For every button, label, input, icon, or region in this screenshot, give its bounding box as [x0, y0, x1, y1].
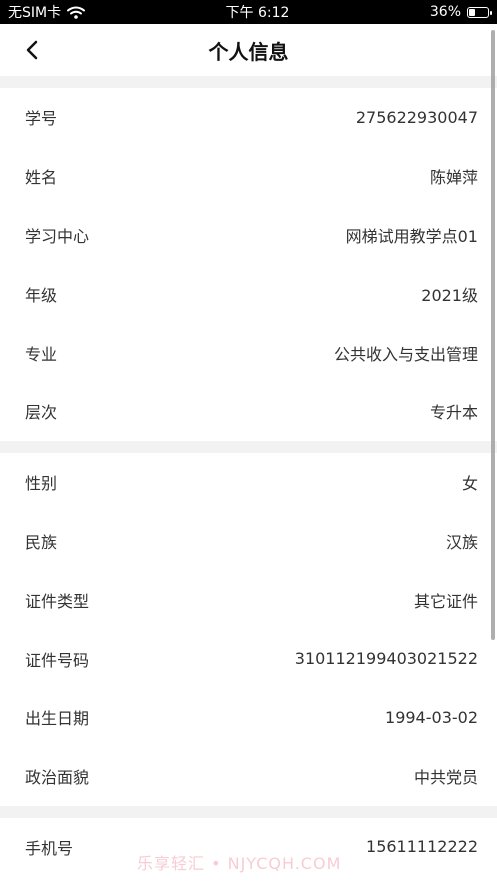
info-value: 女: [461, 474, 478, 494]
info-value: 中共党员: [413, 768, 478, 788]
info-row-learning-center: 学习中心 网梯试用教学点01: [0, 206, 497, 265]
carrier-text: 无SIM卡: [8, 5, 62, 21]
info-row-name: 姓名 陈婵萍: [0, 147, 497, 206]
info-label: 证件号码: [25, 650, 90, 670]
info-value: 310112199403021522: [294, 649, 478, 669]
watermark: 乐享轻汇 • NJYCQH.COM: [137, 854, 342, 873]
info-value: 1994-03-02: [385, 707, 478, 727]
info-label: 年级: [25, 285, 58, 305]
info-label: 政治面貌: [25, 768, 90, 788]
info-value: 陈婵萍: [429, 168, 478, 188]
info-row-major: 专业 公共收入与支出管理: [0, 323, 497, 382]
chevron-left-icon: [26, 40, 38, 60]
info-value: 275622930047: [355, 107, 478, 127]
info-label: 性别: [25, 474, 58, 494]
info-row-gender: 性别 女: [0, 453, 497, 512]
battery-percent: 36%: [429, 4, 461, 20]
info-value: 15611112222: [366, 837, 478, 857]
info-value: 其它证件: [413, 591, 478, 611]
academic-info-section: 学号 275622930047 姓名 陈婵萍 学习中心 网梯试用教学点01 年级…: [0, 88, 497, 441]
info-value: 2021级: [421, 285, 478, 305]
page-title: 个人信息: [208, 39, 289, 64]
info-label: 层次: [25, 403, 58, 423]
clock-text: 下午 6:12: [225, 5, 290, 21]
info-value: 网梯试用教学点01: [345, 226, 478, 246]
info-label: 专业: [25, 344, 58, 364]
section-divider: [0, 805, 497, 818]
scrollbar[interactable]: [491, 30, 495, 640]
info-value: 汉族: [445, 532, 478, 552]
info-row-political-status: 政治面貌 中共党员: [0, 747, 497, 806]
info-label: 出生日期: [25, 709, 90, 729]
navigation-bar: 个人信息: [0, 24, 497, 76]
status-bar: 无SIM卡 下午 6:12 36%: [0, 0, 497, 24]
info-row-ethnicity: 民族 汉族: [0, 512, 497, 571]
info-row-birth-date: 出生日期 1994-03-02: [0, 688, 497, 747]
info-label: 民族: [25, 532, 58, 552]
info-row-id-type: 证件类型 其它证件: [0, 570, 497, 629]
battery-icon: [467, 6, 492, 18]
info-row-level: 层次 专升本: [0, 382, 497, 441]
info-label: 证件类型: [25, 591, 90, 611]
info-row-student-id: 学号 275622930047: [0, 88, 497, 147]
info-label: 姓名: [25, 168, 58, 188]
info-row-grade: 年级 2021级: [0, 264, 497, 323]
section-divider: [0, 440, 497, 453]
info-value: 公共收入与支出管理: [333, 344, 478, 364]
info-row-id-number: 证件号码 310112199403021522: [0, 629, 497, 688]
info-label: 学习中心: [25, 226, 90, 246]
info-label: 手机号: [25, 838, 74, 858]
personal-info-section: 性别 女 民族 汉族 证件类型 其它证件 证件号码 31011219940302…: [0, 453, 497, 806]
back-button[interactable]: [22, 38, 44, 62]
info-label: 学号: [25, 109, 58, 129]
section-divider: [0, 76, 497, 88]
info-value: 专升本: [429, 403, 478, 423]
wifi-icon: [67, 6, 86, 19]
